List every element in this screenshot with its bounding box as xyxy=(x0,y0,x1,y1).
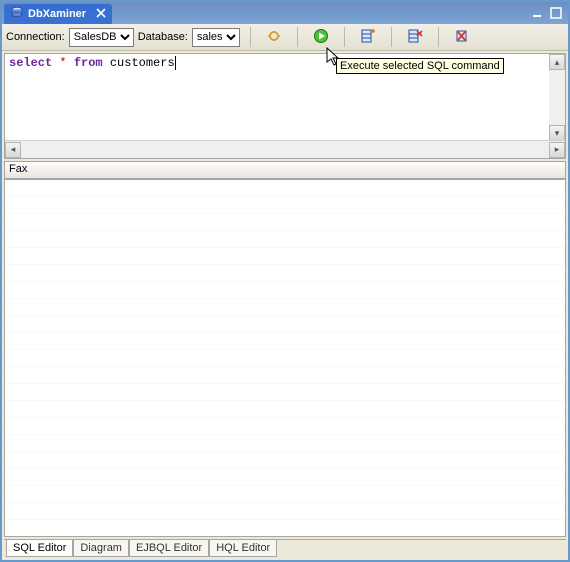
scroll-down-icon[interactable]: ▾ xyxy=(549,125,565,141)
scroll-left-icon[interactable]: ◂ xyxy=(5,142,21,158)
sql-keyword: select xyxy=(9,56,52,70)
refresh-button[interactable] xyxy=(261,25,287,49)
connection-select[interactable]: SalesDB xyxy=(69,28,134,47)
results-column-header[interactable]: Fax xyxy=(4,161,566,179)
refresh-icon xyxy=(266,28,282,47)
delete-row-button[interactable] xyxy=(402,25,428,49)
text-caret xyxy=(175,56,183,70)
toolbar-separator xyxy=(297,27,298,47)
sql-horizontal-scrollbar[interactable]: ◂ ▸ xyxy=(5,140,565,158)
insert-row-icon xyxy=(360,28,376,47)
view-tab-label: DbXaminer xyxy=(28,8,86,20)
minimize-icon[interactable] xyxy=(532,7,544,19)
database-label: Database: xyxy=(138,31,188,43)
tab-sql-editor[interactable]: SQL Editor xyxy=(6,540,73,557)
toolbar-separator xyxy=(250,27,251,47)
play-icon xyxy=(313,28,329,47)
title-bar-controls xyxy=(532,2,568,24)
connection-label: Connection: xyxy=(6,31,65,43)
scroll-right-icon[interactable]: ▸ xyxy=(549,142,565,158)
tooltip-execute: Execute selected SQL command xyxy=(336,58,504,74)
toolbar: Connection: SalesDB Database: sales xyxy=(2,24,568,51)
toolbar-separator xyxy=(344,27,345,47)
toolbar-separator xyxy=(391,27,392,47)
content-area: select * from customers ▴ ▾ ◂ ▸ Fax SQL … xyxy=(2,51,568,560)
clear-button[interactable] xyxy=(449,25,475,49)
tab-diagram[interactable]: Diagram xyxy=(73,540,129,557)
results-grid[interactable] xyxy=(4,179,566,537)
db-icon xyxy=(10,6,24,23)
insert-row-button[interactable] xyxy=(355,25,381,49)
delete-row-icon xyxy=(407,28,423,47)
sql-identifier: customers xyxy=(103,56,175,70)
maximize-icon[interactable] xyxy=(550,7,562,19)
toolbar-separator xyxy=(438,27,439,47)
tab-hql-editor[interactable]: HQL Editor xyxy=(209,540,277,557)
view-tab-dbxaminer[interactable]: DbXaminer xyxy=(4,4,112,24)
sql-vertical-scrollbar[interactable]: ▴ ▾ xyxy=(549,54,565,141)
scroll-up-icon[interactable]: ▴ xyxy=(549,54,565,70)
title-bar: DbXaminer xyxy=(2,2,568,24)
sql-keyword: from xyxy=(74,56,103,70)
database-select[interactable]: sales xyxy=(192,28,240,47)
close-icon[interactable] xyxy=(96,8,106,21)
app-window: DbXaminer Connection: Sale xyxy=(0,0,570,562)
results-column-label: Fax xyxy=(9,163,27,175)
bottom-tab-bar: SQL Editor Diagram EJBQL Editor HQL Edit… xyxy=(4,539,566,560)
sql-star: * xyxy=(52,56,74,70)
execute-button[interactable] xyxy=(308,25,334,49)
tab-ejbql-editor[interactable]: EJBQL Editor xyxy=(129,540,209,557)
clear-icon xyxy=(454,28,470,47)
